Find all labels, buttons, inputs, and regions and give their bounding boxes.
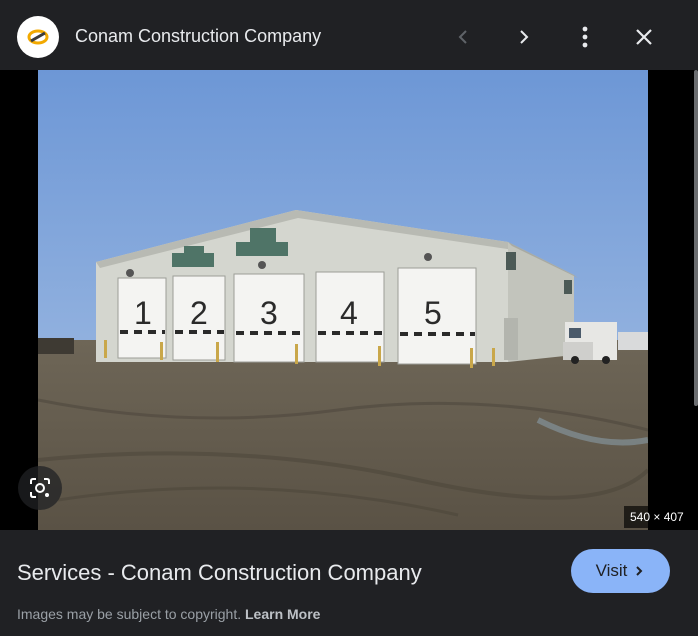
- close-button[interactable]: [627, 20, 661, 54]
- main-image[interactable]: 1 2 3 4 5: [38, 70, 648, 530]
- visit-button-label: Visit: [595, 561, 628, 580]
- chevron-left-icon: [458, 30, 467, 44]
- door-number: 5: [424, 295, 442, 331]
- previous-button[interactable]: [447, 20, 481, 54]
- more-options-button[interactable]: [568, 20, 602, 54]
- learn-more-link[interactable]: Learn More: [245, 606, 320, 622]
- more-vert-icon: [582, 26, 588, 48]
- lens-search-button[interactable]: [18, 466, 62, 510]
- site-logo[interactable]: [17, 16, 59, 58]
- building-photo: 1 2 3 4 5: [38, 70, 648, 530]
- viewer-footer: Services - Conam Construction Company Vi…: [0, 530, 698, 636]
- visit-button[interactable]: Visit: [571, 549, 670, 593]
- chevron-right-icon: [520, 30, 529, 44]
- close-icon: [636, 29, 652, 45]
- page-title-link[interactable]: Services - Conam Construction Company: [17, 560, 422, 586]
- door-number: 1: [134, 295, 152, 331]
- next-button[interactable]: [507, 20, 541, 54]
- site-name[interactable]: Conam Construction Company: [75, 26, 321, 47]
- door-number: 2: [190, 295, 208, 331]
- copyright-notice: Images may be subject to copyright. Lear…: [17, 606, 320, 622]
- door-number: 4: [340, 295, 358, 331]
- conam-logo-icon: [27, 29, 49, 45]
- lens-search-icon: [30, 478, 50, 498]
- viewer-header: Conam Construction Company: [0, 0, 698, 70]
- scrollbar[interactable]: [694, 70, 698, 406]
- copyright-text: Images may be subject to copyright.: [17, 606, 242, 622]
- image-dimensions-label: 540 × 407: [624, 506, 690, 528]
- door-number: 3: [260, 295, 278, 331]
- image-preview-area: 1 2 3 4 5 540 × 407: [0, 70, 698, 530]
- chevron-right-icon: [636, 566, 643, 576]
